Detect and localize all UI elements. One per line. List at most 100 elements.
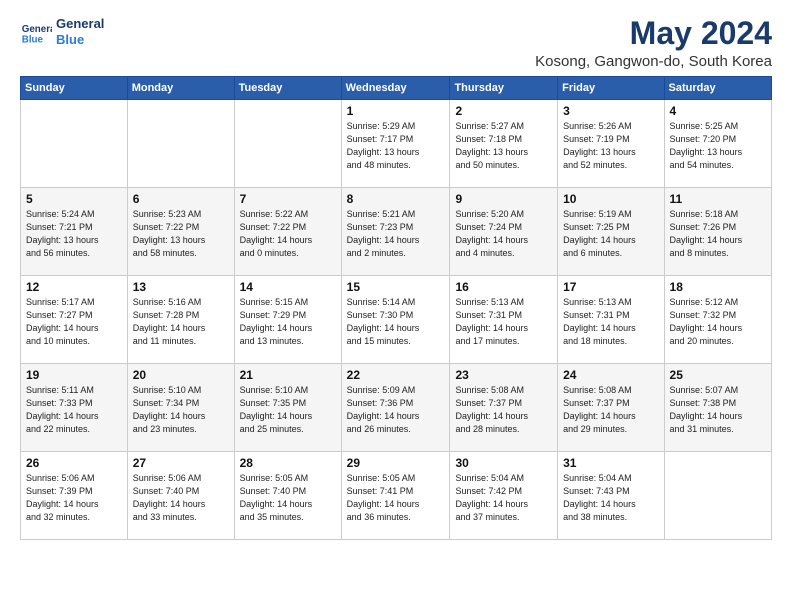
calendar-cell: 6 Sunrise: 5:23 AM Sunset: 7:22 PM Daylig…	[127, 188, 234, 276]
logo: General Blue General Blue	[20, 16, 104, 48]
calendar-cell: 16Sunrise: 5:13 AM Sunset: 7:31 PM Dayli…	[450, 276, 558, 364]
day-number: 14	[240, 280, 336, 294]
day-info: Sunrise: 5:20 AM Sunset: 7:24 PM Dayligh…	[455, 208, 552, 260]
day-header-sunday: Sunday	[21, 77, 128, 100]
day-number: 16	[455, 280, 552, 294]
day-header-friday: Friday	[558, 77, 664, 100]
calendar-cell: 5Sunrise: 5:24 AM Sunset: 7:21 PM Daylig…	[21, 188, 128, 276]
calendar-cell: 27Sunrise: 5:06 AM Sunset: 7:40 PM Dayli…	[127, 452, 234, 540]
day-info: Sunrise: 5:25 AM Sunset: 7:20 PM Dayligh…	[670, 120, 766, 172]
calendar-cell: 30 Sunrise: 5:04 AM Sunset: 7:42 PM Dayli…	[450, 452, 558, 540]
calendar-cell: 11 Sunrise: 5:18 AM Sunset: 7:26 PM Dayli…	[664, 188, 771, 276]
calendar: SundayMondayTuesdayWednesdayThursdayFrid…	[20, 76, 772, 540]
calendar-cell	[234, 100, 341, 188]
day-headers-row: SundayMondayTuesdayWednesdayThursdayFrid…	[21, 77, 772, 100]
day-info: Sunrise: 5:17 AM Sunset: 7:27 PM Dayligh…	[26, 296, 122, 348]
calendar-cell: 21 Sunrise: 5:10 AM Sunset: 7:35 PM Dayli…	[234, 364, 341, 452]
week-row-1: 1 Sunrise: 5:29 AM Sunset: 7:17 PM Daylig…	[21, 100, 772, 188]
day-number: 12	[26, 280, 122, 294]
day-number: 13	[133, 280, 229, 294]
svg-text:General: General	[22, 24, 52, 35]
day-number: 9	[455, 192, 552, 206]
calendar-cell: 24 Sunrise: 5:08 AM Sunset: 7:37 PM Dayli…	[558, 364, 664, 452]
day-number: 25	[670, 368, 766, 382]
calendar-cell: 14 Sunrise: 5:15 AM Sunset: 7:29 PM Dayli…	[234, 276, 341, 364]
svg-text:Blue: Blue	[22, 35, 44, 46]
day-info: Sunrise: 5:16 AM Sunset: 7:28 PM Dayligh…	[133, 296, 229, 348]
day-info: Sunrise: 5:04 AM Sunset: 7:43 PM Dayligh…	[563, 472, 658, 524]
day-number: 18	[670, 280, 766, 294]
calendar-cell	[127, 100, 234, 188]
day-number: 31	[563, 456, 658, 470]
day-number: 26	[26, 456, 122, 470]
day-number: 27	[133, 456, 229, 470]
calendar-cell: 9 Sunrise: 5:20 AM Sunset: 7:24 PM Daylig…	[450, 188, 558, 276]
day-number: 20	[133, 368, 229, 382]
logo-line2: Blue	[56, 32, 104, 48]
day-info: Sunrise: 5:11 AM Sunset: 7:33 PM Dayligh…	[26, 384, 122, 436]
day-info: Sunrise: 5:21 AM Sunset: 7:23 PM Dayligh…	[347, 208, 445, 260]
calendar-cell: 26 Sunrise: 5:06 AM Sunset: 7:39 PM Dayli…	[21, 452, 128, 540]
day-number: 21	[240, 368, 336, 382]
day-number: 24	[563, 368, 658, 382]
week-row-5: 26 Sunrise: 5:06 AM Sunset: 7:39 PM Dayli…	[21, 452, 772, 540]
day-info: Sunrise: 5:29 AM Sunset: 7:17 PM Dayligh…	[347, 120, 445, 172]
header: General Blue General Blue May 2024 Koson…	[20, 16, 772, 70]
day-number: 2	[455, 104, 552, 118]
month-year: May 2024	[535, 16, 772, 51]
day-number: 30	[455, 456, 552, 470]
day-info: Sunrise: 5:07 AM Sunset: 7:38 PM Dayligh…	[670, 384, 766, 436]
week-row-3: 12 Sunrise: 5:17 AM Sunset: 7:27 PM Dayli…	[21, 276, 772, 364]
calendar-cell: 8Sunrise: 5:21 AM Sunset: 7:23 PM Daylig…	[341, 188, 450, 276]
day-number: 7	[240, 192, 336, 206]
day-info: Sunrise: 5:15 AM Sunset: 7:29 PM Dayligh…	[240, 296, 336, 348]
logo-icon: General Blue	[20, 16, 52, 48]
calendar-header: SundayMondayTuesdayWednesdayThursdayFrid…	[21, 77, 772, 100]
day-number: 11	[670, 192, 766, 206]
calendar-cell: 18 Sunrise: 5:12 AM Sunset: 7:32 PM Dayli…	[664, 276, 771, 364]
calendar-cell: 19 Sunrise: 5:11 AM Sunset: 7:33 PM Dayli…	[21, 364, 128, 452]
day-number: 15	[347, 280, 445, 294]
day-number: 10	[563, 192, 658, 206]
title-block: May 2024 Kosong, Gangwon-do, South Korea	[535, 16, 772, 70]
calendar-cell: 17 Sunrise: 5:13 AM Sunset: 7:31 PM Dayli…	[558, 276, 664, 364]
day-header-monday: Monday	[127, 77, 234, 100]
day-number: 22	[347, 368, 445, 382]
day-number: 19	[26, 368, 122, 382]
calendar-cell: 13 Sunrise: 5:16 AM Sunset: 7:28 PM Dayli…	[127, 276, 234, 364]
day-info: Sunrise: 5:24 AM Sunset: 7:21 PM Dayligh…	[26, 208, 122, 260]
day-info: Sunrise: 5:10 AM Sunset: 7:34 PM Dayligh…	[133, 384, 229, 436]
day-info: Sunrise: 5:10 AM Sunset: 7:35 PM Dayligh…	[240, 384, 336, 436]
day-number: 1	[347, 104, 445, 118]
day-info: Sunrise: 5:06 AM Sunset: 7:39 PM Dayligh…	[26, 472, 122, 524]
calendar-cell: 31 Sunrise: 5:04 AM Sunset: 7:43 PM Dayli…	[558, 452, 664, 540]
day-number: 4	[670, 104, 766, 118]
day-number: 23	[455, 368, 552, 382]
day-info: Sunrise: 5:13 AM Sunset: 7:31 PM Dayligh…	[563, 296, 658, 348]
day-info: Sunrise: 5:04 AM Sunset: 7:42 PM Dayligh…	[455, 472, 552, 524]
day-info: Sunrise: 5:18 AM Sunset: 7:26 PM Dayligh…	[670, 208, 766, 260]
day-info: Sunrise: 5:05 AM Sunset: 7:40 PM Dayligh…	[240, 472, 336, 524]
day-info: Sunrise: 5:08 AM Sunset: 7:37 PM Dayligh…	[563, 384, 658, 436]
day-info: Sunrise: 5:26 AM Sunset: 7:19 PM Dayligh…	[563, 120, 658, 172]
calendar-cell: 23 Sunrise: 5:08 AM Sunset: 7:37 PM Dayli…	[450, 364, 558, 452]
day-number: 6	[133, 192, 229, 206]
day-info: Sunrise: 5:05 AM Sunset: 7:41 PM Dayligh…	[347, 472, 445, 524]
calendar-cell: 1 Sunrise: 5:29 AM Sunset: 7:17 PM Daylig…	[341, 100, 450, 188]
day-header-tuesday: Tuesday	[234, 77, 341, 100]
day-number: 17	[563, 280, 658, 294]
calendar-cell: 12 Sunrise: 5:17 AM Sunset: 7:27 PM Dayli…	[21, 276, 128, 364]
day-info: Sunrise: 5:12 AM Sunset: 7:32 PM Dayligh…	[670, 296, 766, 348]
week-row-2: 5Sunrise: 5:24 AM Sunset: 7:21 PM Daylig…	[21, 188, 772, 276]
calendar-cell: 10Sunrise: 5:19 AM Sunset: 7:25 PM Dayli…	[558, 188, 664, 276]
day-header-saturday: Saturday	[664, 77, 771, 100]
day-header-wednesday: Wednesday	[341, 77, 450, 100]
day-info: Sunrise: 5:23 AM Sunset: 7:22 PM Dayligh…	[133, 208, 229, 260]
day-number: 3	[563, 104, 658, 118]
calendar-cell: 28Sunrise: 5:05 AM Sunset: 7:40 PM Dayli…	[234, 452, 341, 540]
day-info: Sunrise: 5:22 AM Sunset: 7:22 PM Dayligh…	[240, 208, 336, 260]
day-info: Sunrise: 5:08 AM Sunset: 7:37 PM Dayligh…	[455, 384, 552, 436]
calendar-cell: 20 Sunrise: 5:10 AM Sunset: 7:34 PM Dayli…	[127, 364, 234, 452]
day-header-thursday: Thursday	[450, 77, 558, 100]
day-info: Sunrise: 5:09 AM Sunset: 7:36 PM Dayligh…	[347, 384, 445, 436]
